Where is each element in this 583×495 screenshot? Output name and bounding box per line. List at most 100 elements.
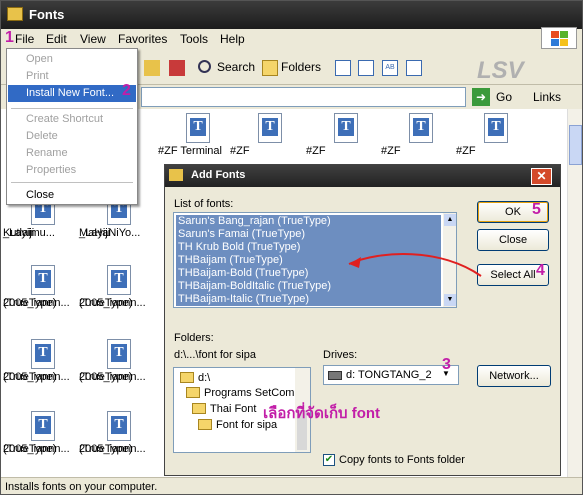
file-type: (TrueType) xyxy=(79,443,133,455)
vertical-scrollbar[interactable] xyxy=(567,109,582,477)
links-button[interactable]: Links xyxy=(533,90,561,104)
file-name: #ZF xyxy=(456,145,476,157)
menu-item-open[interactable]: Open xyxy=(8,51,136,68)
truetype-font-icon xyxy=(31,265,55,295)
folder-item[interactable]: Thai Font xyxy=(192,403,256,415)
folders-path: d:\...\font for sipa xyxy=(174,349,256,361)
drive-value: d: TONGTANG_2 xyxy=(346,369,432,381)
folder-item[interactable]: Programs SetCom xyxy=(186,387,294,399)
search-icon[interactable] xyxy=(198,60,211,73)
add-fonts-dialog: Add Fonts ✕ List of fonts: Sarun's Bang_… xyxy=(164,164,561,476)
status-text: Installs fonts on your computer. xyxy=(5,481,158,493)
menu-favorites[interactable]: Favorites xyxy=(118,32,167,46)
menu-item-print[interactable]: Print xyxy=(8,68,136,85)
folder-name: Programs SetCom xyxy=(204,387,295,399)
truetype-font-icon xyxy=(409,113,433,143)
drives-select[interactable]: d: TONGTANG_2 ▼ xyxy=(323,365,459,385)
truetype-font-icon xyxy=(258,113,282,143)
scroll-up-icon[interactable]: ▲ xyxy=(444,214,456,226)
view-large-icons-icon[interactable] xyxy=(335,60,351,76)
truetype-font-icon xyxy=(31,339,55,369)
folders-label: Folders: xyxy=(174,332,214,344)
menu-view[interactable]: View xyxy=(80,32,106,46)
menu-edit[interactable]: Edit xyxy=(46,32,67,46)
move-to-icon[interactable] xyxy=(144,60,160,76)
fonts-window: Fonts File Edit View Favorites Tools Hel… xyxy=(0,0,583,495)
view-details-icon[interactable] xyxy=(406,60,422,76)
truetype-font-icon xyxy=(107,411,131,441)
copy-fonts-label: Copy fonts to Fonts folder xyxy=(339,454,465,466)
folder-item[interactable]: d:\ xyxy=(180,372,210,384)
folders-button[interactable]: Folders xyxy=(281,60,321,74)
file-type: (TrueType) xyxy=(3,297,57,309)
file-menu: Open Print Install New Font... Create Sh… xyxy=(6,48,138,205)
step-number-4: 4 xyxy=(536,262,545,279)
font-file[interactable]: 2005_iannn...(TrueType) xyxy=(79,411,159,477)
menu-item-close[interactable]: Close xyxy=(8,187,136,204)
thai-annotation: เลือกที่จัดเก็บ font xyxy=(263,405,381,422)
close-icon[interactable]: ✕ xyxy=(531,168,552,185)
file-name: #ZF xyxy=(306,145,326,157)
menu-help[interactable]: Help xyxy=(220,32,245,46)
font-file[interactable]: _LayijiMaHaNiYo... xyxy=(79,195,159,265)
open-folder-icon xyxy=(192,403,206,414)
delete-icon[interactable] xyxy=(169,60,185,76)
font-file[interactable]: _LayijiKutlaimu... xyxy=(3,195,83,265)
open-folder-icon xyxy=(198,419,212,430)
copy-fonts-checkbox[interactable]: ✔ xyxy=(323,454,335,466)
menu-file[interactable]: File xyxy=(15,32,34,46)
search-button[interactable]: Search xyxy=(217,60,255,74)
view-list-icon[interactable] xyxy=(358,60,374,76)
view-similarity-icon[interactable]: AB xyxy=(382,60,398,76)
font-list-item[interactable]: THBaijam-Italic (TrueType) xyxy=(176,293,441,306)
windows-logo-icon xyxy=(541,27,577,49)
folder-icon xyxy=(7,7,23,21)
open-folder-icon xyxy=(186,387,200,398)
title-bar: Fonts xyxy=(1,1,582,29)
font-list-item[interactable]: Sarun's Famai (TrueType) xyxy=(176,228,441,241)
file-type: (TrueType) xyxy=(79,371,133,383)
folder-name: Thai Font xyxy=(210,403,257,415)
address-input[interactable]: ▼ xyxy=(141,87,466,107)
go-button[interactable]: ➜ Go xyxy=(472,88,522,106)
dialog-title-bar: Add Fonts ✕ xyxy=(165,165,560,187)
menu-item-rename[interactable]: Rename xyxy=(8,145,136,162)
step-number-5: 5 xyxy=(532,201,541,218)
menu-bar: File Edit View Favorites Tools Help xyxy=(1,29,582,49)
file-type: Kutlaimu... xyxy=(3,227,55,239)
watermark: LSV xyxy=(477,57,524,84)
file-type: (TrueType) xyxy=(3,371,57,383)
step-number-1: 1 xyxy=(5,29,14,46)
font-list-item[interactable]: Sarun's Bang_rajan (TrueType) xyxy=(176,215,441,228)
font-list-label: List of fonts: xyxy=(174,198,234,210)
scroll-down-icon[interactable]: ▼ xyxy=(444,294,456,306)
scrollbar-thumb[interactable] xyxy=(569,125,582,165)
menu-tools[interactable]: Tools xyxy=(180,32,208,46)
status-bar: Installs fonts on your computer. xyxy=(1,477,582,494)
menu-item-delete[interactable]: Delete xyxy=(8,128,136,145)
truetype-font-icon xyxy=(107,339,131,369)
step-number-3: 3 xyxy=(442,356,451,373)
network-button[interactable]: Network... xyxy=(477,365,551,387)
menu-item-properties[interactable]: Properties xyxy=(8,162,136,179)
folders-icon[interactable] xyxy=(262,60,278,76)
font-file[interactable]: 2005_iannn...(TrueType) xyxy=(79,339,159,409)
file-name: #ZF xyxy=(230,145,250,157)
font-file[interactable]: 2005_iannn...(TrueType) xyxy=(79,265,159,335)
file-name: #ZF Terminal xyxy=(158,145,222,157)
file-type: (TrueType) xyxy=(79,297,133,309)
menu-item-install-new-font[interactable]: Install New Font... xyxy=(8,85,136,102)
window-title: Fonts xyxy=(29,7,65,22)
open-folder-icon xyxy=(180,372,194,383)
font-file[interactable]: 2005_iannn...(TrueType) xyxy=(3,411,83,477)
font-file[interactable]: 2005_iannn...(TrueType) xyxy=(3,339,83,409)
go-label: Go xyxy=(496,90,513,104)
file-type: (TrueType) xyxy=(3,443,57,455)
menu-item-create-shortcut[interactable]: Create Shortcut xyxy=(8,111,136,128)
annotation-arrow-icon xyxy=(348,253,482,277)
folder-icon xyxy=(169,169,183,181)
truetype-font-icon xyxy=(484,113,508,143)
font-file[interactable]: 2005_iannn...(TrueType) xyxy=(3,265,83,335)
folder-name: d:\ xyxy=(198,372,211,384)
file-name: #ZF xyxy=(381,145,401,157)
